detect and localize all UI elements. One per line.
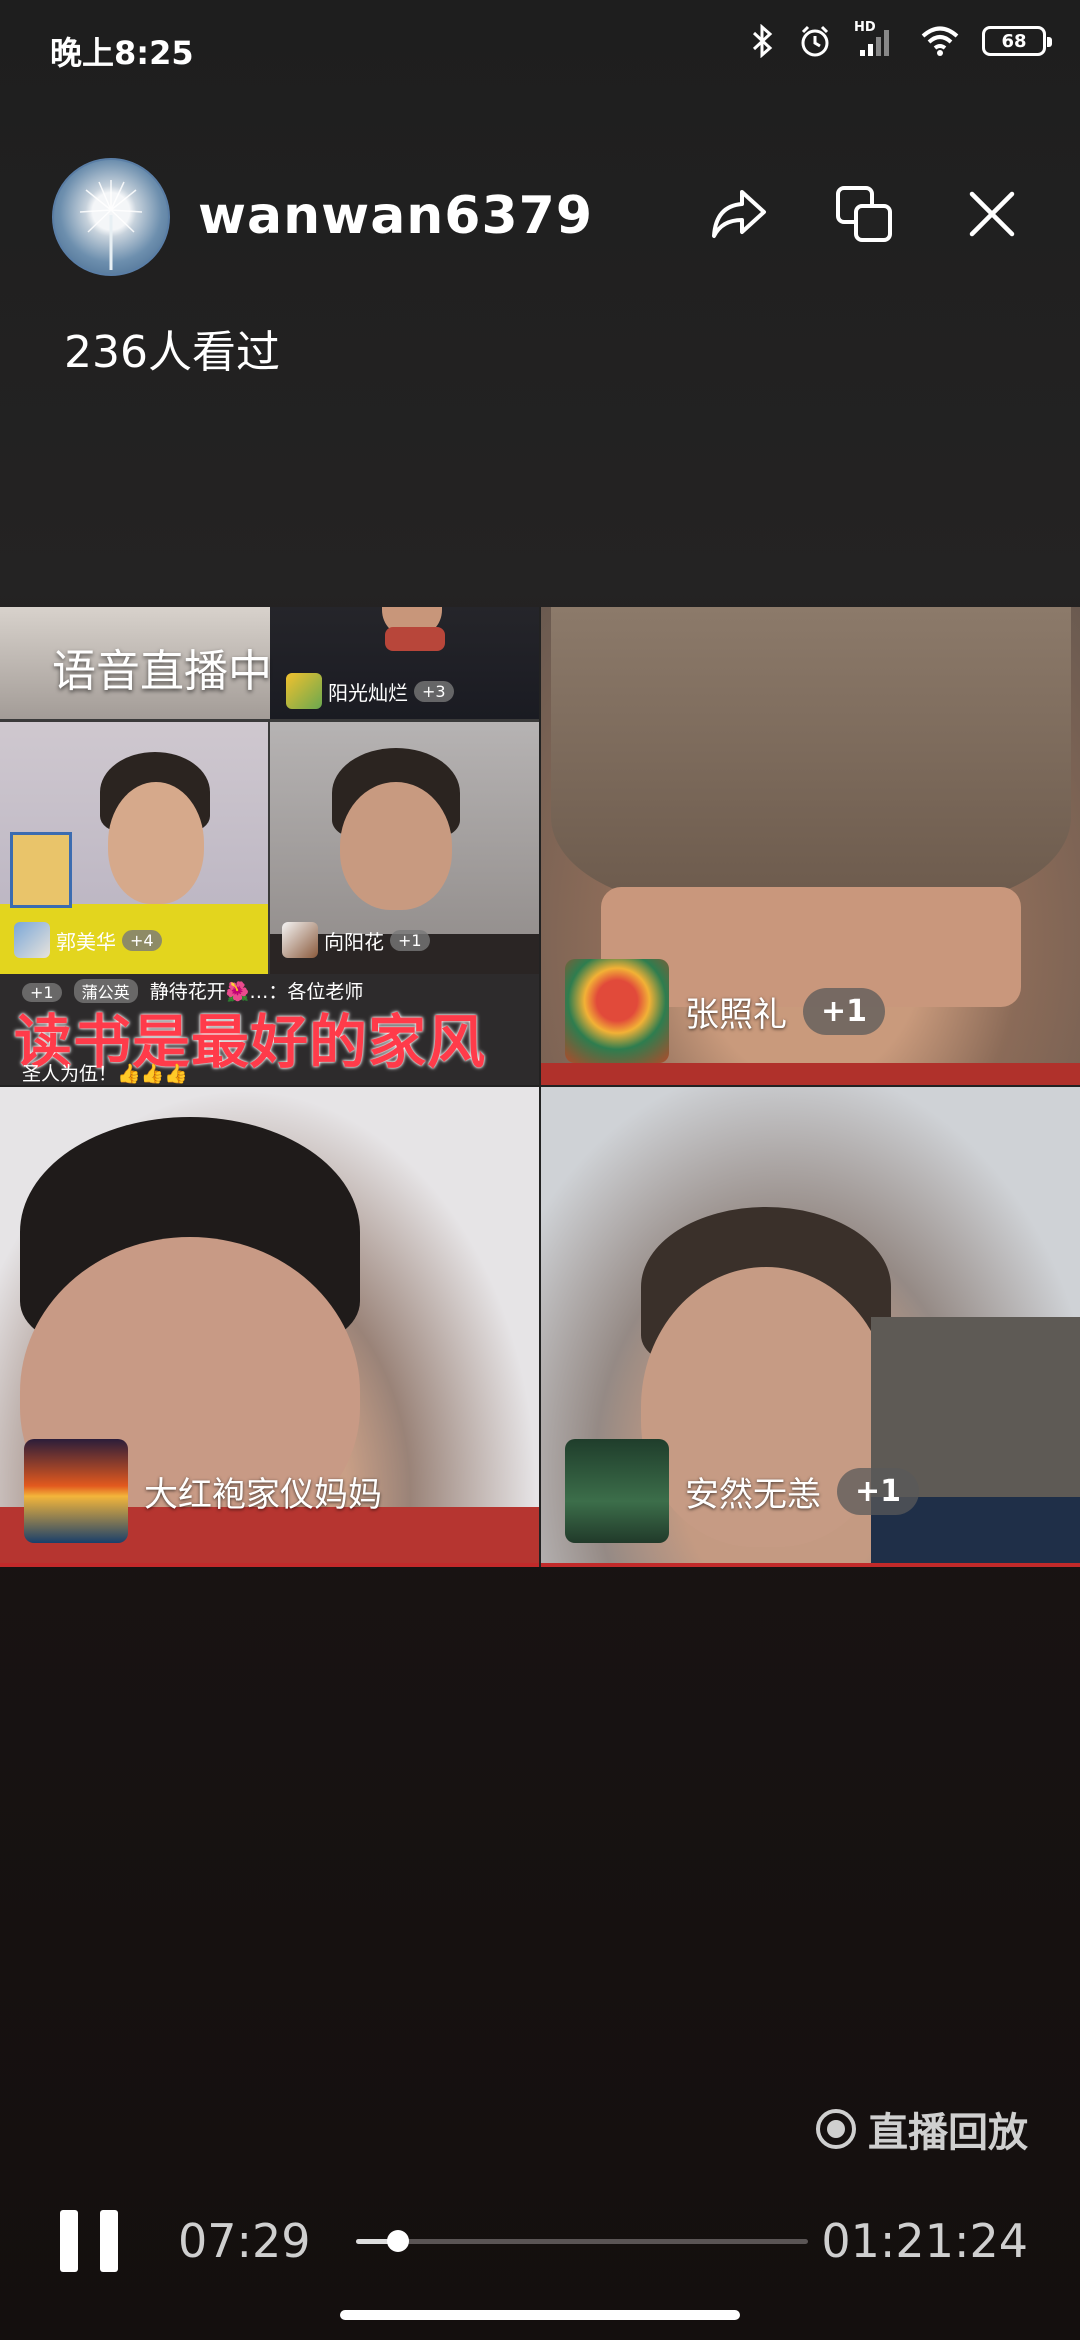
guest-name: 安然无恙 bbox=[685, 1474, 821, 1515]
video-tile-guest-2[interactable]: 大红袍家仪妈妈 bbox=[0, 1087, 539, 1567]
share-icon bbox=[712, 190, 766, 238]
guest-tag: 安然无恙 +1 bbox=[565, 1439, 920, 1543]
replay-label: 直播回放 bbox=[816, 2100, 1028, 2158]
pause-icon-bar bbox=[100, 2210, 118, 2272]
bluetooth-icon bbox=[752, 24, 773, 58]
record-icon bbox=[816, 2109, 856, 2149]
guest-plus: +1 bbox=[390, 929, 430, 951]
signal-icon: HD bbox=[854, 20, 898, 58]
sub-video-mid-right: 向阳花 +1 bbox=[270, 722, 539, 974]
status-icons: HD 68 bbox=[750, 20, 1052, 58]
video-tile-guest-1[interactable]: 张照礼 +1 bbox=[541, 607, 1080, 1085]
sub-video-mid-left: 郭美华 +4 bbox=[0, 722, 268, 974]
guest-name: 向阳花 bbox=[324, 929, 384, 954]
guest-plus: +4 bbox=[122, 929, 162, 951]
dandelion-image bbox=[79, 180, 143, 270]
guest-tag: 张照礼 +1 bbox=[565, 959, 886, 1063]
guest-tag-top: 阳光灿烂 +3 bbox=[286, 673, 454, 709]
sunset-avatar bbox=[24, 1439, 128, 1543]
current-time: 07:29 bbox=[178, 2214, 311, 2268]
wifi-icon bbox=[921, 26, 959, 56]
close-button[interactable] bbox=[960, 182, 1024, 246]
voice-live-label: 语音直播中 bbox=[52, 646, 272, 697]
flower-basket-avatar bbox=[565, 959, 669, 1063]
network-type: HD bbox=[854, 20, 876, 35]
pip-icon bbox=[836, 186, 892, 242]
egret-avatar bbox=[565, 1439, 669, 1543]
home-indicator[interactable] bbox=[340, 2310, 740, 2320]
guest-plus: +3 bbox=[414, 680, 454, 702]
float-window-button[interactable] bbox=[832, 182, 896, 246]
replay-text: 直播回放 bbox=[868, 2110, 1028, 2156]
streamer-username[interactable]: wanwan6379 bbox=[198, 186, 593, 246]
guest-name: 郭美华 bbox=[56, 929, 116, 954]
streamer-avatar[interactable] bbox=[52, 158, 170, 276]
video-tile-guest-3[interactable]: 安然无恙 +1 bbox=[541, 1087, 1080, 1567]
close-icon bbox=[969, 191, 1015, 237]
pause-button[interactable] bbox=[60, 2210, 118, 2272]
guest-tag-right: 向阳花 +1 bbox=[282, 922, 430, 958]
guest-name: 阳光灿烂 bbox=[328, 680, 408, 705]
progress-slider[interactable] bbox=[356, 2230, 808, 2252]
video-tile-host[interactable]: 语音直播中 阳光灿烂 +3 郭美华 +4 向阳花 +1 +1 蒲公英 静待花开🌺… bbox=[0, 607, 539, 1085]
progress-thumb[interactable] bbox=[386, 2230, 409, 2252]
guest-tag: 大红袍家仪妈妈 bbox=[24, 1439, 382, 1543]
viewer-count: 236人看过 bbox=[64, 327, 280, 378]
chat-line-2: 圣人为伍！👍👍👍 bbox=[22, 1063, 188, 1085]
guest-tag-left: 郭美华 +4 bbox=[14, 922, 162, 958]
battery-level: 68 bbox=[1001, 30, 1027, 52]
status-time: 晚上8:25 bbox=[50, 34, 194, 72]
pause-icon bbox=[60, 2210, 78, 2272]
guest-name: 大红袍家仪妈妈 bbox=[144, 1474, 382, 1515]
guest-plus-badge: +1 bbox=[837, 1467, 920, 1515]
battery-icon: 68 bbox=[982, 26, 1052, 56]
guest-avatar bbox=[14, 922, 50, 958]
guest-avatar bbox=[282, 922, 318, 958]
total-time: 01:21:24 bbox=[821, 2214, 1028, 2268]
guest-plus-badge: +1 bbox=[803, 987, 886, 1035]
share-button[interactable] bbox=[706, 182, 770, 246]
guest-name: 张照礼 bbox=[685, 994, 787, 1035]
video-grid: 语音直播中 阳光灿烂 +3 郭美华 +4 向阳花 +1 +1 蒲公英 静待花开🌺… bbox=[0, 607, 1080, 1567]
alarm-icon bbox=[801, 25, 829, 57]
guest-avatar bbox=[286, 673, 322, 709]
